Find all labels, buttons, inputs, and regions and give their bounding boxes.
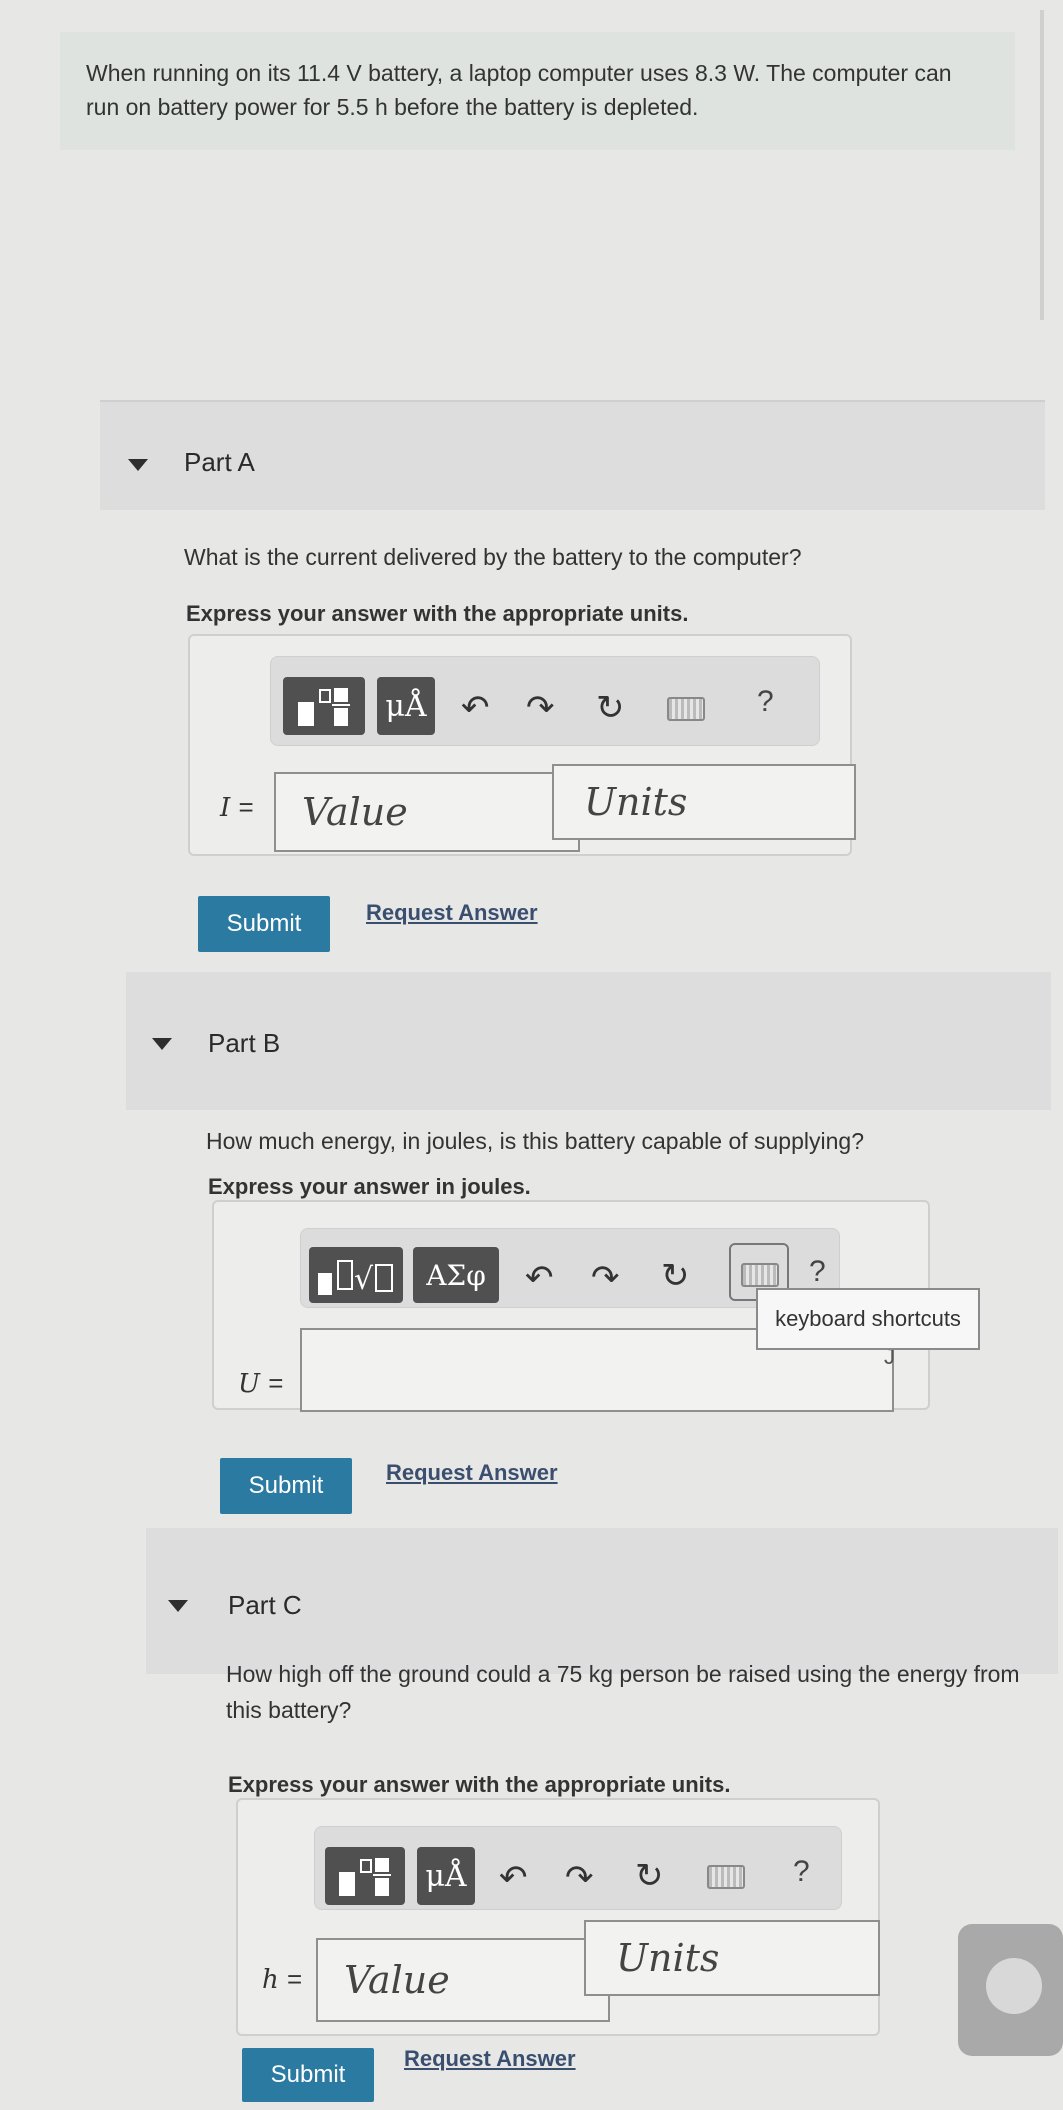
units-icon: μÅ [425,1858,467,1894]
undo-icon[interactable]: ↶ [525,1261,554,1295]
svg-text:√: √ [354,1262,374,1297]
problem-statement: When running on its 11.4 V battery, a la… [60,32,1015,150]
part-a-request-answer-link[interactable]: Request Answer [366,900,538,926]
redo-icon[interactable]: ↷ [591,1261,620,1295]
part-b-submit-button[interactable]: Submit [220,1458,352,1514]
question-line-1: How high off the ground could a 75 kg pe… [226,1661,1020,1687]
frame-divider [1040,10,1044,320]
templates-icon [298,688,350,726]
units-icon: μÅ [385,688,427,724]
undo-icon[interactable]: ↶ [499,1861,528,1895]
part-c-answer-box: μÅ ↶ ↷ ↻ ? h = Value Units [236,1798,880,2036]
templates-icon [339,1858,391,1896]
greek-button[interactable]: ΑΣφ [413,1247,499,1303]
part-b-label: Part B [208,1028,281,1058]
part-c-header[interactable]: Part C [146,1528,1058,1674]
greek-icon: ΑΣφ [426,1258,486,1292]
part-a-question: What is the current delivered by the bat… [184,544,802,570]
value-input[interactable]: Value [274,772,580,852]
keyboard-icon[interactable] [667,697,705,721]
help-icon[interactable]: ? [809,1255,826,1289]
reset-icon[interactable]: ↻ [635,1859,664,1893]
templates-button[interactable]: √ [309,1247,403,1303]
collapse-triangle-icon[interactable] [128,459,148,471]
units-placeholder: Units [584,780,688,824]
templates-icon: √ [318,1260,393,1297]
part-c-label: Part C [228,1590,302,1620]
part-a-label: Part A [184,447,255,477]
keyboard-icon [741,1263,779,1287]
help-icon[interactable]: ? [757,685,774,719]
keyboard-icon[interactable] [707,1865,745,1889]
undo-icon[interactable]: ↶ [461,691,490,725]
units-button[interactable]: μÅ [417,1847,475,1905]
part-b-request-answer-link[interactable]: Request Answer [386,1460,558,1486]
math-toolbar: μÅ ↶ ↷ ↻ ? [270,656,820,746]
part-a-submit-button[interactable]: Submit [198,896,330,952]
part-b-variable: U = [238,1368,283,1399]
floating-widget-button[interactable] [958,1924,1063,2056]
math-toolbar: μÅ ↶ ↷ ↻ ? [314,1826,842,1910]
equals-sign: = [287,1964,303,1994]
redo-icon[interactable]: ↷ [565,1861,594,1895]
keyboard-shortcuts-tooltip: keyboard shortcuts [756,1288,980,1350]
reset-icon[interactable]: ↻ [661,1259,690,1293]
templates-button[interactable] [325,1847,405,1905]
variable-symbol: h [262,1965,279,1995]
part-a-header[interactable]: Part A [100,402,1045,510]
part-b-question: How much energy, in joules, is this batt… [206,1128,864,1154]
templates-button[interactable] [283,677,365,735]
value-input[interactable]: Value [316,1938,610,2022]
redo-icon[interactable]: ↷ [526,691,555,725]
units-button[interactable]: μÅ [377,677,435,735]
variable-symbol: I [220,793,231,823]
part-c-variable: h = [262,1964,302,1995]
part-c-submit-button[interactable]: Submit [242,2048,374,2102]
value-placeholder: Value [344,1958,450,2002]
part-b-header[interactable]: Part B [126,972,1051,1110]
units-input[interactable]: Units [584,1920,880,1996]
part-b-instruction: Express your answer in joules. [208,1174,531,1199]
units-placeholder: Units [616,1936,720,1980]
part-c-question: How high off the ground could a 75 kg pe… [226,1656,1056,1728]
equals-sign: = [268,1368,284,1398]
collapse-triangle-icon[interactable] [168,1600,188,1612]
collapse-triangle-icon[interactable] [152,1038,172,1050]
help-icon[interactable]: ? [793,1855,810,1889]
reset-icon[interactable]: ↻ [596,691,625,725]
value-placeholder: Value [302,790,408,834]
part-a-variable: I = [220,792,254,823]
units-input[interactable]: Units [552,764,856,840]
part-a-instruction: Express your answer with the appropriate… [186,601,689,626]
equals-sign: = [238,792,254,822]
part-c-request-answer-link[interactable]: Request Answer [404,2046,576,2072]
part-c-instruction: Express your answer with the appropriate… [228,1772,731,1797]
problem-text: When running on its 11.4 V battery, a la… [86,60,952,120]
part-a-answer-box: μÅ ↶ ↷ ↻ ? I = Value Units [188,634,856,856]
variable-symbol: U [238,1369,260,1399]
question-line-2: this battery? [226,1697,352,1723]
